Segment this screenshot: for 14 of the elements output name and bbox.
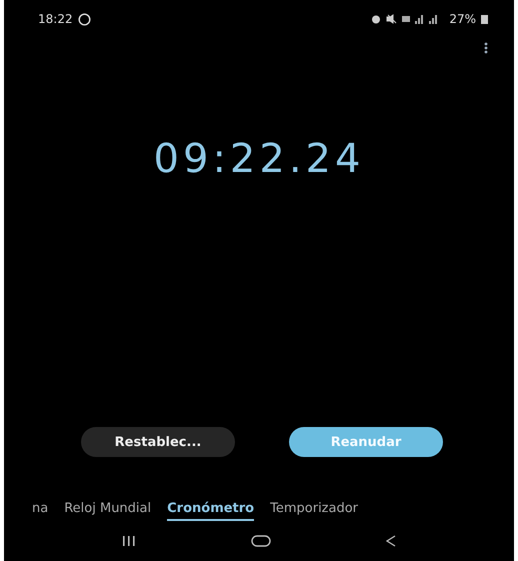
home-icon[interactable] bbox=[250, 535, 271, 547]
tab[interactable]: Reloj Mundial bbox=[64, 501, 152, 521]
recent-apps-icon[interactable] bbox=[122, 536, 136, 546]
battery-icon bbox=[481, 14, 488, 24]
tab[interactable]: Cronómetro bbox=[167, 501, 254, 521]
tab[interactable]: na bbox=[32, 501, 48, 521]
back-icon[interactable] bbox=[386, 535, 396, 547]
clock-time: 18:22 bbox=[38, 12, 73, 26]
battery-percent: 27% bbox=[449, 12, 476, 26]
stopwatch-time: 09:22.24 bbox=[154, 136, 364, 182]
more-options-icon[interactable] bbox=[484, 42, 488, 54]
mute-icon bbox=[386, 14, 398, 24]
tab[interactable]: Temporizador bbox=[270, 501, 358, 521]
reset-button[interactable]: Restablec... bbox=[81, 427, 235, 457]
